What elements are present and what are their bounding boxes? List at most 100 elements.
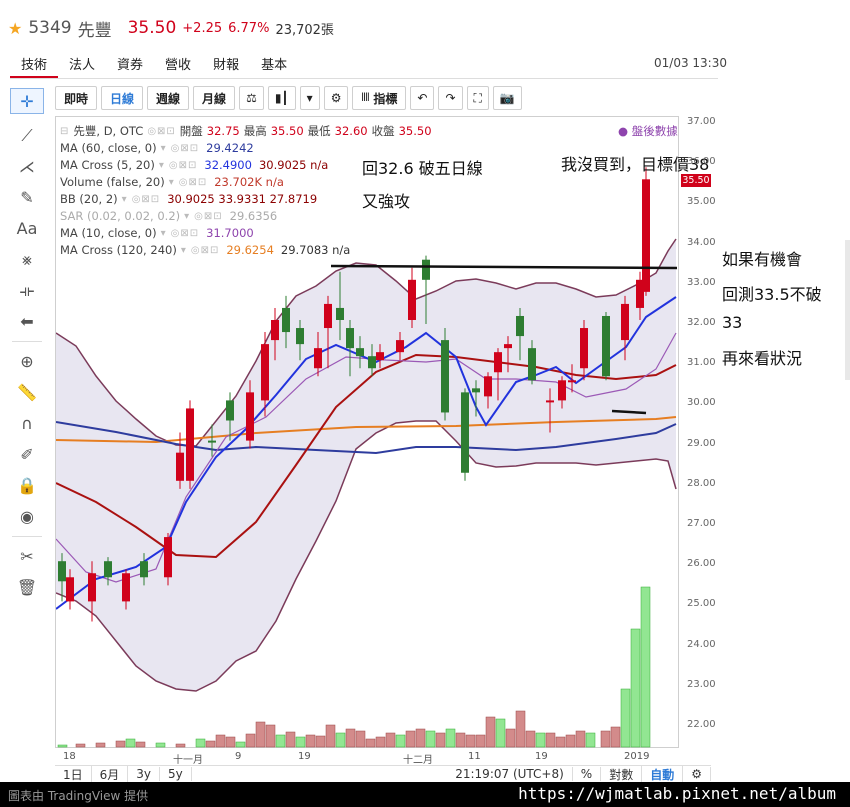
candle-body bbox=[494, 352, 502, 373]
range-5y-button[interactable]: 5y bbox=[160, 767, 192, 781]
redo-icon[interactable]: ↷ bbox=[438, 86, 463, 110]
candle-body bbox=[104, 561, 112, 578]
candle-body bbox=[484, 376, 492, 397]
log-toggle[interactable]: 對數 bbox=[601, 765, 643, 783]
candle-body bbox=[122, 573, 130, 602]
indicators-button[interactable]: 𝍬 指標 bbox=[352, 86, 407, 110]
legend-row[interactable]: MA (10, close, 0) ▾ ◎⊠⊡ 31.7000 bbox=[60, 225, 432, 242]
candle-body bbox=[568, 380, 576, 383]
daily-button[interactable]: 日線 bbox=[101, 86, 144, 110]
time-tick: 十一月 bbox=[173, 755, 203, 766]
crosshair-icon[interactable]: ✛ bbox=[10, 88, 44, 114]
tools-divider bbox=[12, 536, 42, 537]
volume-bar bbox=[195, 738, 206, 748]
monthly-button[interactable]: 月線 bbox=[193, 86, 236, 110]
candle-body bbox=[346, 328, 354, 349]
stock-name: 先豐 bbox=[77, 20, 112, 41]
tools-icon[interactable]: ✂ bbox=[10, 541, 44, 572]
indicator-buttons-icon[interactable]: ◎⊠⊡ bbox=[194, 208, 222, 225]
trash-icon[interactable]: 🗑 bbox=[10, 572, 44, 603]
indicator-name: MA Cross (120, 240) bbox=[60, 243, 177, 257]
percent-toggle[interactable]: % bbox=[573, 767, 602, 781]
indicator-buttons-icon[interactable]: ◎⊠⊡ bbox=[191, 242, 219, 259]
fullscreen-icon[interactable]: ⛶ bbox=[466, 86, 489, 110]
post-market-icon: ● bbox=[618, 124, 632, 138]
legend-row[interactable]: MA Cross (120, 240) ▾ ◎⊠⊡ 29.6254 29.7083 n/… bbox=[60, 242, 432, 259]
tab-margin[interactable]: 資券 bbox=[106, 48, 154, 78]
price-percent: 6.77% bbox=[228, 20, 270, 36]
brush-icon[interactable]: ✎ bbox=[10, 182, 44, 213]
price-tick: 23.00 bbox=[687, 678, 716, 690]
chevron-down-icon[interactable]: ▾ bbox=[181, 242, 187, 259]
volume-bar bbox=[495, 718, 506, 748]
ruler-icon[interactable]: 📏 bbox=[10, 377, 44, 408]
indicator-buttons-icon[interactable]: ◎⊠⊡ bbox=[179, 174, 207, 191]
trend-line-icon[interactable]: ⟋ bbox=[10, 120, 44, 151]
volume-bar bbox=[57, 744, 68, 748]
volume-bar bbox=[365, 738, 376, 748]
chevron-down-icon[interactable]: ▾ bbox=[161, 140, 167, 157]
indicator-value: 32.4900 bbox=[204, 158, 252, 172]
annotation-break-ma5: 回32.6 破五日線 bbox=[362, 159, 483, 178]
indicator-buttons-icon[interactable]: ◎⊠⊡ bbox=[169, 157, 197, 174]
post-market-link[interactable]: ● 盤後數據 bbox=[618, 123, 678, 139]
quote-header: ★ 5349 先豐 35.50 +2.25 6.77% 23,702張 bbox=[8, 14, 334, 42]
weekly-button[interactable]: 週線 bbox=[147, 86, 190, 110]
range-3y-button[interactable]: 3y bbox=[128, 767, 161, 781]
volume-bar bbox=[275, 734, 286, 748]
gear-icon[interactable]: ⚙ bbox=[323, 86, 349, 110]
star-icon[interactable]: ★ bbox=[8, 19, 22, 38]
chevron-down-icon[interactable]: ▾ bbox=[184, 208, 190, 225]
volume-bar bbox=[535, 732, 546, 748]
camera-icon[interactable]: 📷 bbox=[492, 86, 522, 110]
measure-icon[interactable]: ⟛ bbox=[10, 275, 44, 306]
time-axis[interactable]: 18 十一月 9 19 十二月 11 19 2019 bbox=[55, 749, 679, 766]
pencil-lock-icon[interactable]: ✐ bbox=[10, 439, 44, 470]
text-icon[interactable]: Aa bbox=[10, 213, 44, 244]
chevron-down-icon[interactable]: ▾ bbox=[161, 225, 167, 242]
tab-revenue[interactable]: 營收 bbox=[154, 48, 202, 78]
legend-buttons-icon[interactable]: ◎⊠⊡ bbox=[147, 123, 175, 140]
indicator-buttons-icon[interactable]: ◎⊠⊡ bbox=[132, 191, 160, 208]
pitchfork-icon[interactable]: ⋌ bbox=[10, 151, 44, 182]
volume-bar bbox=[155, 742, 166, 748]
album-url[interactable]: https://wjmatlab.pixnet.net/album bbox=[518, 784, 836, 803]
tab-technical[interactable]: 技術 bbox=[10, 48, 59, 78]
indicator-buttons-icon[interactable]: ◎⊠⊡ bbox=[171, 140, 199, 157]
chevron-down-icon[interactable]: ▾ bbox=[299, 86, 320, 110]
high-value: 35.50 bbox=[270, 124, 304, 138]
tab-basic[interactable]: 基本 bbox=[250, 48, 298, 78]
price-axis[interactable]: 37.00 36.00 35.00 34.00 33.00 32.00 31.00 30.00… bbox=[679, 116, 719, 748]
pattern-icon[interactable]: ⨳ bbox=[10, 244, 44, 275]
volume-bar bbox=[415, 728, 426, 748]
tab-financials[interactable]: 財報 bbox=[202, 48, 250, 78]
time-tick: 19 bbox=[535, 751, 548, 762]
lock-icon[interactable]: 🔒 bbox=[10, 470, 44, 501]
compare-icon[interactable]: ⚖ bbox=[239, 86, 264, 110]
volume-bar bbox=[515, 710, 526, 748]
indicator-name: MA Cross (5, 20) bbox=[60, 158, 155, 172]
chevron-down-icon[interactable]: ▾ bbox=[169, 174, 175, 191]
candle-body bbox=[314, 348, 322, 369]
candle-type-icon[interactable]: ▮┃ bbox=[267, 86, 296, 110]
arrow-left-icon[interactable]: ⬅ bbox=[10, 306, 44, 337]
price-tick: 25.00 bbox=[687, 598, 716, 610]
tab-institutional[interactable]: 法人 bbox=[58, 48, 106, 78]
collapse-icon[interactable]: ⊟ bbox=[60, 123, 69, 140]
gear-icon[interactable]: ⚙ bbox=[683, 767, 711, 781]
range-6m-button[interactable]: 6月 bbox=[92, 765, 129, 783]
candle-body bbox=[140, 561, 148, 578]
magnet-icon[interactable]: ∩ bbox=[10, 408, 44, 439]
chevron-down-icon[interactable]: ▾ bbox=[159, 157, 165, 174]
undo-icon[interactable]: ↶ bbox=[410, 86, 435, 110]
chevron-down-icon[interactable]: ▾ bbox=[122, 191, 128, 208]
zoom-icon[interactable]: ⊕ bbox=[10, 346, 44, 377]
indicator-buttons-icon[interactable]: ◎⊠⊡ bbox=[171, 225, 199, 242]
range-1d-button[interactable]: 1日 bbox=[55, 765, 92, 783]
volume-bar bbox=[255, 721, 266, 748]
auto-scale-toggle[interactable]: 自動 bbox=[642, 765, 684, 783]
candle-body bbox=[186, 408, 194, 481]
eye-icon[interactable]: ◉ bbox=[10, 501, 44, 532]
price-tick: 32.00 bbox=[687, 317, 716, 328]
realtime-button[interactable]: 即時 bbox=[55, 86, 98, 110]
